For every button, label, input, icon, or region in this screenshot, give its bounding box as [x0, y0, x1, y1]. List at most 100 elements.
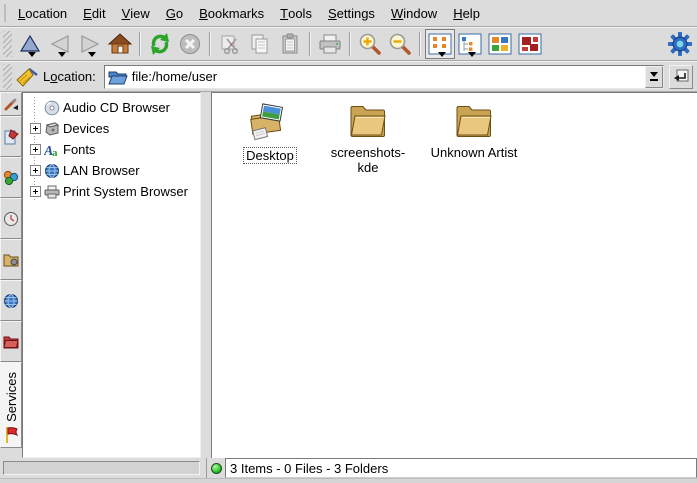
tree-item-audio-cd-browser[interactable]: Audio CD Browser [27, 97, 200, 118]
sidebar-tab-devices[interactable] [0, 157, 22, 198]
file-label[interactable]: Unknown Artist [429, 145, 520, 160]
menu-settings[interactable]: Settings [320, 0, 383, 26]
kde-gear-button[interactable] [665, 29, 695, 59]
icon-view-button[interactable] [425, 29, 455, 59]
zoom-out-button[interactable] [385, 29, 415, 59]
menu-bookmarks[interactable]: Bookmarks [191, 0, 272, 26]
network-globe-icon [3, 293, 19, 309]
desktop-folder-icon [248, 103, 292, 143]
printer-icon [43, 184, 61, 200]
sidebar-tab-history[interactable] [0, 198, 22, 239]
tree-expander[interactable] [27, 139, 43, 160]
folder-icon [454, 103, 494, 141]
multicolumn-view-icon [488, 33, 512, 55]
zoom-out-icon [388, 32, 412, 56]
toolbar-separator [419, 32, 421, 56]
file-label[interactable]: Desktop [243, 147, 297, 164]
file-icon-view[interactable]: Desktop screenshots-kde Unknown Arti [211, 92, 697, 458]
tree-expander[interactable] [27, 160, 43, 181]
kde-gear-icon [667, 31, 693, 57]
location-toolbar: Location: file:/home/user [0, 61, 697, 92]
sidebar-tab-services[interactable]: Services [0, 362, 22, 448]
tree-expander[interactable] [27, 181, 43, 202]
back-dropdown-arrow-icon[interactable] [58, 52, 66, 57]
cut-button[interactable] [215, 29, 245, 59]
zoom-in-button[interactable] [355, 29, 385, 59]
bookmarks-icon [3, 129, 19, 145]
panel-splitter[interactable] [201, 92, 211, 458]
file-item-unknown-artist[interactable]: Unknown Artist [428, 103, 520, 160]
menu-edit[interactable]: Edit [75, 0, 113, 26]
folder-icon [348, 103, 388, 141]
paste-icon [279, 33, 301, 55]
file-item-desktop[interactable]: Desktop [224, 103, 316, 164]
location-toolbar-drag-handle[interactable] [3, 64, 12, 90]
go-return-arrow-icon [673, 69, 689, 85]
sidebar-tab-bookmarks[interactable] [0, 116, 22, 157]
view-status-area: 3 Items - 0 Files - 3 Folders [206, 458, 697, 478]
configure-tool-icon [3, 96, 19, 112]
menu-help[interactable]: Help [445, 0, 488, 26]
menubar-drag-handle[interactable] [4, 4, 8, 22]
menu-location[interactable]: Location [10, 0, 75, 26]
up-dropdown-arrow-icon[interactable] [28, 52, 36, 57]
print-button[interactable] [315, 29, 345, 59]
copy-button[interactable] [245, 29, 275, 59]
tree-item-fonts[interactable]: A a Fonts [27, 139, 200, 160]
tree-item-devices[interactable]: Devices [27, 118, 200, 139]
home-button[interactable] [105, 29, 135, 59]
chevron-down-icon [650, 72, 658, 77]
tree-line [27, 97, 43, 118]
tree-expander[interactable] [27, 118, 43, 139]
menu-bar: Location Edit View Go Bookmarks Tools Se… [0, 0, 697, 27]
forward-dropdown-arrow-icon[interactable] [88, 52, 96, 57]
status-text: 3 Items - 0 Files - 3 Folders [230, 461, 388, 476]
toolbar-separator [139, 32, 141, 56]
view-led-box[interactable] [207, 458, 225, 478]
sidebar-tab-services-label: Services [4, 372, 19, 422]
reload-button[interactable] [145, 29, 175, 59]
services-flag-icon [4, 426, 18, 444]
go-button[interactable] [669, 65, 693, 89]
tree-item-label: Devices [63, 121, 109, 136]
clear-location-icon[interactable] [15, 66, 39, 88]
icon-view-dropdown-arrow-icon[interactable] [438, 52, 446, 57]
tree-item-print-system-browser[interactable]: Print System Browser [27, 181, 200, 202]
menu-go[interactable]: Go [158, 0, 191, 26]
open-folder-icon [108, 69, 128, 85]
stop-button[interactable] [175, 29, 205, 59]
paste-button[interactable] [275, 29, 305, 59]
cut-icon [219, 33, 241, 55]
zoom-in-icon [358, 32, 382, 56]
tree-view-dropdown-arrow-icon[interactable] [468, 52, 476, 57]
location-input[interactable]: file:/home/user [128, 69, 645, 84]
up-button[interactable] [15, 29, 45, 59]
photobook-view-button[interactable] [515, 29, 545, 59]
forward-arrow-icon [79, 34, 101, 54]
location-combobox[interactable]: file:/home/user [104, 65, 664, 89]
audio-cd-icon [43, 100, 61, 116]
fonts-icon: A a [43, 142, 61, 158]
menu-tools[interactable]: Tools [272, 0, 320, 26]
back-arrow-icon [49, 34, 71, 54]
location-dropdown-button[interactable] [645, 66, 663, 88]
file-item-screenshots-kde[interactable]: screenshots-kde [322, 103, 414, 175]
reload-icon [148, 32, 172, 56]
sidebar-configure-button[interactable] [0, 92, 22, 116]
toolbar-drag-handle[interactable] [3, 31, 12, 57]
menu-view[interactable]: View [114, 0, 158, 26]
multicolumn-view-button[interactable] [485, 29, 515, 59]
sidebar-tab-network[interactable] [0, 280, 22, 321]
sidebar-progress-bar [3, 461, 200, 475]
up-arrow-icon [19, 34, 41, 54]
back-button[interactable] [45, 29, 75, 59]
menu-window[interactable]: Window [383, 0, 445, 26]
sidebar-tab-home-directory[interactable] [0, 239, 22, 280]
tree-item-lan-browser[interactable]: LAN Browser [27, 160, 200, 181]
stop-icon [179, 33, 201, 55]
tree-view-button[interactable] [455, 29, 485, 59]
sidebar-tab-root-directory[interactable] [0, 321, 22, 362]
sidebar-tabstrip: Services [0, 92, 22, 458]
forward-button[interactable] [75, 29, 105, 59]
file-label[interactable]: screenshots-kde [322, 145, 414, 175]
